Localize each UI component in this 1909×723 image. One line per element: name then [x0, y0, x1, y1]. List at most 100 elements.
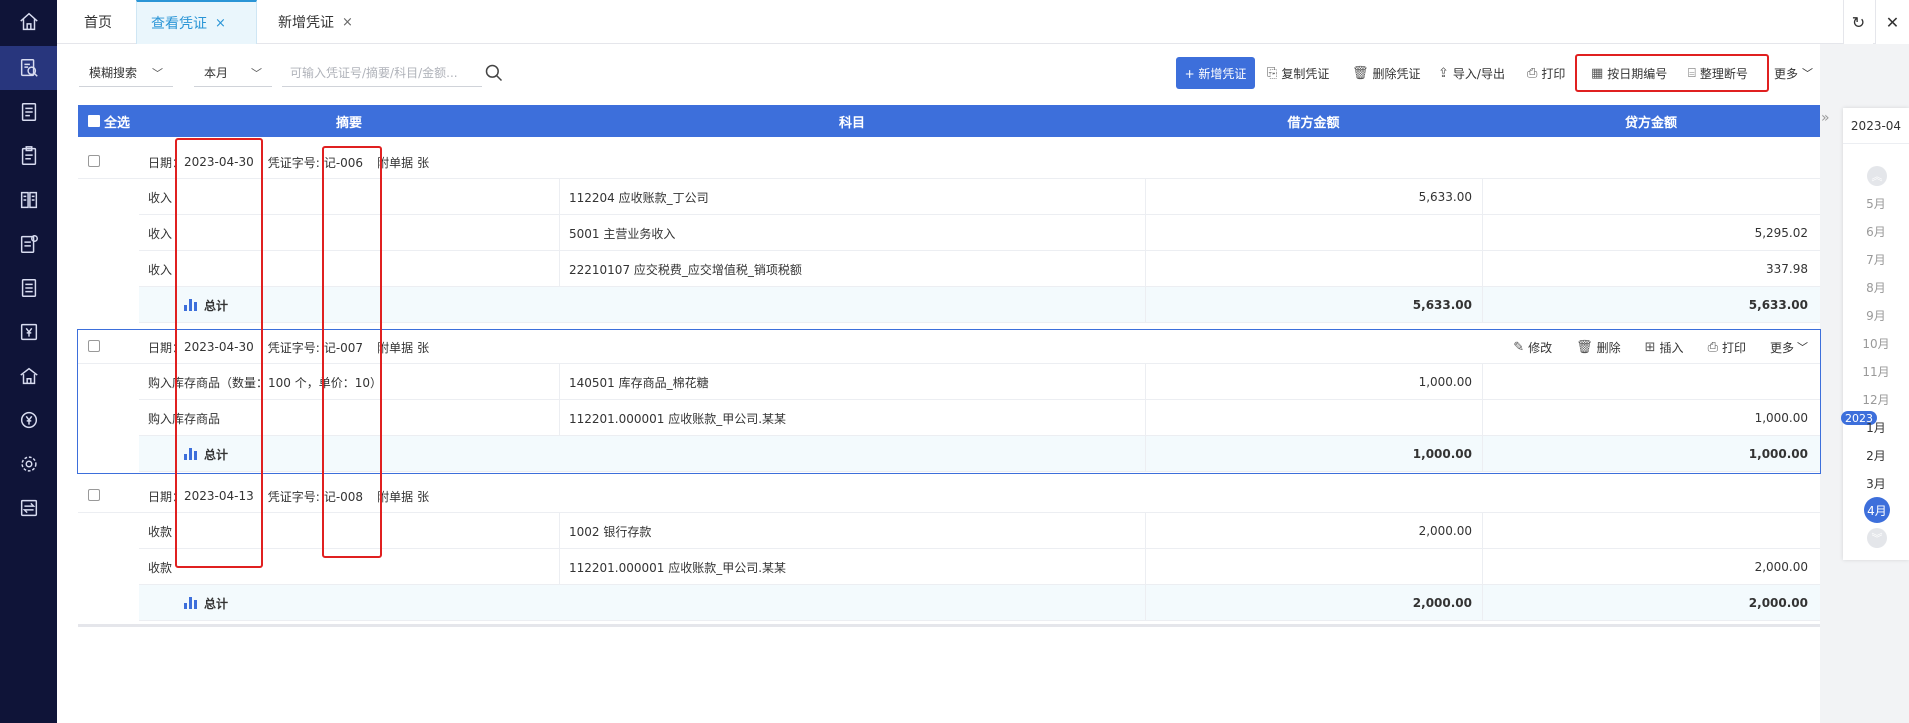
printer-icon: ⎙	[1707, 339, 1718, 355]
tab-bar: 首页 查看凭证 × 新增凭证 × ↻ ✕	[57, 0, 1909, 44]
print-button[interactable]: ⎙ 打印	[1527, 57, 1565, 89]
transfer-icon[interactable]	[0, 486, 57, 530]
building-icon[interactable]	[0, 354, 57, 398]
voucher-date: 2023-04-30	[184, 155, 254, 169]
printer-icon: ⎙	[1527, 65, 1538, 81]
voucher-card: 日期： 2023-04-13 凭证字号: 记-008 附单据张 收款 1002 银行…	[78, 479, 1820, 622]
import-export-button[interactable]: ⇪ 导入/导出	[1438, 57, 1505, 89]
voucher-header: 日期： 2023-04-13 凭证字号: 记-008 附单据张	[78, 479, 1820, 513]
scroll-up-icon[interactable]: ︽	[1867, 166, 1887, 186]
bar-chart-icon	[184, 597, 198, 609]
voucher-number[interactable]: 记-008	[324, 488, 363, 505]
month-item[interactable]: 8月	[1843, 279, 1909, 296]
tab-view-voucher[interactable]: 查看凭证 ×	[136, 0, 257, 44]
period-select[interactable]: 本月 ﹀	[194, 59, 272, 87]
month-item[interactable]: 5月	[1843, 195, 1909, 212]
tab-new-voucher[interactable]: 新增凭证 ×	[264, 0, 367, 44]
edit-button[interactable]: ✎ 修改	[1513, 339, 1552, 356]
main-content: 模糊搜索﹀ 本月﹀ + 新增凭证 ⎘复制凭证 🗑删除凭证 ⇪导入/导出 ⎙打印 …	[57, 44, 1830, 723]
print-voucher-button[interactable]: ⎙ 打印	[1708, 339, 1746, 356]
search-input[interactable]	[282, 59, 482, 87]
voucher-number[interactable]: 记-007	[324, 339, 363, 356]
table-row[interactable]: 购入库存商品（数量：100 个，单价：10） 140501 库存商品_棉花糖 1…	[139, 364, 1820, 400]
copy-voucher-button[interactable]: ⎘ 复制凭证	[1267, 57, 1329, 89]
table-row[interactable]: 收入 5001 主营业务收入 5,295.02	[139, 215, 1820, 251]
chevron-down-icon: ﹀	[251, 66, 262, 80]
voucher-search-icon[interactable]	[0, 46, 57, 90]
table-row[interactable]: 收入 112204 应收账款_丁公司 5,633.00	[139, 179, 1820, 215]
table-bottom-divider	[78, 624, 1820, 627]
voucher-checkbox[interactable]	[88, 489, 100, 501]
total-row: 总计 2,000.00 2,000.00	[139, 585, 1820, 621]
bar-chart-icon	[184, 448, 198, 460]
delete-voucher-button[interactable]: 🗑 删除凭证	[1352, 57, 1421, 89]
close-window-icon[interactable]: ✕	[1875, 0, 1909, 44]
voucher-more-button[interactable]: 更多 ﹀	[1770, 339, 1808, 356]
refresh-icon[interactable]: ↻	[1843, 0, 1873, 44]
list-icon[interactable]	[0, 90, 57, 134]
voucher-checkbox[interactable]	[88, 155, 100, 167]
month-item[interactable]: 11月	[1843, 363, 1909, 380]
voucher-card: 日期： 2023-04-30 凭证字号: 记-007 附单据张 ✎ 修改 🗑 删除 ⊞ 插…	[77, 329, 1821, 474]
expand-rail-icon[interactable]: »	[1821, 110, 1830, 126]
trash-icon: 🗑	[1576, 339, 1593, 355]
voucher-header: 日期： 2023-04-30 凭证字号: 记-007 附单据张 ✎ 修改 🗑 删除 ⊞ 插…	[78, 330, 1820, 364]
scroll-down-icon[interactable]: ︾	[1867, 528, 1887, 548]
new-voucher-button[interactable]: + 新增凭证	[1176, 57, 1255, 89]
current-period: 2023-04	[1843, 108, 1909, 144]
tab-home[interactable]: 首页	[70, 0, 126, 44]
table-row[interactable]: 购入库存商品 112201.000001 应收账款_甲公司.某某 1,000.0…	[139, 400, 1820, 436]
table-header: 全选 摘要 科目 借方金额 贷方金额	[78, 105, 1820, 137]
close-icon[interactable]: ×	[215, 16, 226, 31]
voucher-actions: ✎ 修改 🗑 删除 ⊞ 插入 ⎙ 打印 更多 ﹀	[1489, 330, 1808, 364]
month-item[interactable]: 12月	[1843, 391, 1909, 408]
copy-icon: ⎘	[1267, 65, 1278, 81]
calendar-icon: ▦	[1591, 65, 1604, 81]
table-row[interactable]: 收入 22210107 应交税费_应交增值税_销项税额 337.98	[139, 251, 1820, 287]
col-debit: 借方金额	[1287, 115, 1340, 131]
select-all-checkbox[interactable]	[88, 115, 100, 127]
month-item[interactable]: 1月	[1843, 419, 1909, 436]
trash-icon: 🗑	[1352, 65, 1369, 81]
tidy-number-button[interactable]: ⌸ 整理断号	[1688, 57, 1748, 89]
month-item[interactable]: 3月	[1843, 475, 1909, 492]
search-mode-select[interactable]: 模糊搜索 ﹀	[79, 59, 173, 87]
ledger-icon[interactable]	[0, 178, 57, 222]
clipboard-icon[interactable]	[0, 134, 57, 178]
search-icon[interactable]	[484, 63, 504, 83]
table-row[interactable]: 收款 112201.000001 应收账款_甲公司.某某 2,000.00	[139, 549, 1820, 585]
month-item[interactable]: 6月	[1843, 223, 1909, 240]
month-item[interactable]: 7月	[1843, 251, 1909, 268]
table-row[interactable]: 收款 1002 银行存款 2,000.00	[139, 513, 1820, 549]
chevron-down-icon: ﹀	[1797, 341, 1808, 354]
month-item[interactable]: 2月	[1843, 447, 1909, 464]
voucher-checkbox[interactable]	[88, 340, 100, 352]
voucher-number[interactable]: 记-006	[324, 154, 363, 171]
chevron-down-icon: ﹀	[152, 66, 163, 80]
edit-icon: ✎	[1513, 339, 1525, 355]
currency-icon[interactable]	[0, 398, 57, 442]
voucher-date: 2023-04-30	[184, 340, 254, 354]
import-icon: ⇪	[1438, 65, 1449, 81]
col-summary: 摘要	[335, 115, 362, 131]
month-item[interactable]: 10月	[1843, 335, 1909, 352]
yen-icon[interactable]	[0, 310, 57, 354]
insert-button[interactable]: ⊞ 插入	[1645, 339, 1684, 356]
month-item[interactable]: 9月	[1843, 307, 1909, 324]
gear-icon[interactable]	[0, 442, 57, 486]
home-icon[interactable]	[0, 0, 57, 44]
bar-chart-icon	[184, 299, 198, 311]
insert-icon: ⊞	[1644, 339, 1656, 355]
more-button[interactable]: 更多 ﹀	[1774, 57, 1813, 89]
close-icon[interactable]: ×	[342, 15, 353, 30]
toolbar: 模糊搜索﹀ 本月﹀ + 新增凭证 ⎘复制凭证 🗑删除凭证 ⇪导入/导出 ⎙打印 …	[57, 44, 1820, 102]
month-item-selected[interactable]: 4月	[1864, 497, 1890, 523]
document-icon[interactable]	[0, 266, 57, 310]
total-row: 总计 1,000.00 1,000.00	[139, 436, 1820, 472]
chevron-down-icon: ﹀	[1802, 67, 1814, 80]
left-sidebar	[0, 0, 57, 723]
report-icon[interactable]	[0, 222, 57, 266]
renumber-by-date-button[interactable]: ▦ 按日期编号	[1591, 57, 1667, 89]
col-account: 科目	[838, 115, 865, 131]
delete-button[interactable]: 🗑 删除	[1576, 339, 1621, 356]
